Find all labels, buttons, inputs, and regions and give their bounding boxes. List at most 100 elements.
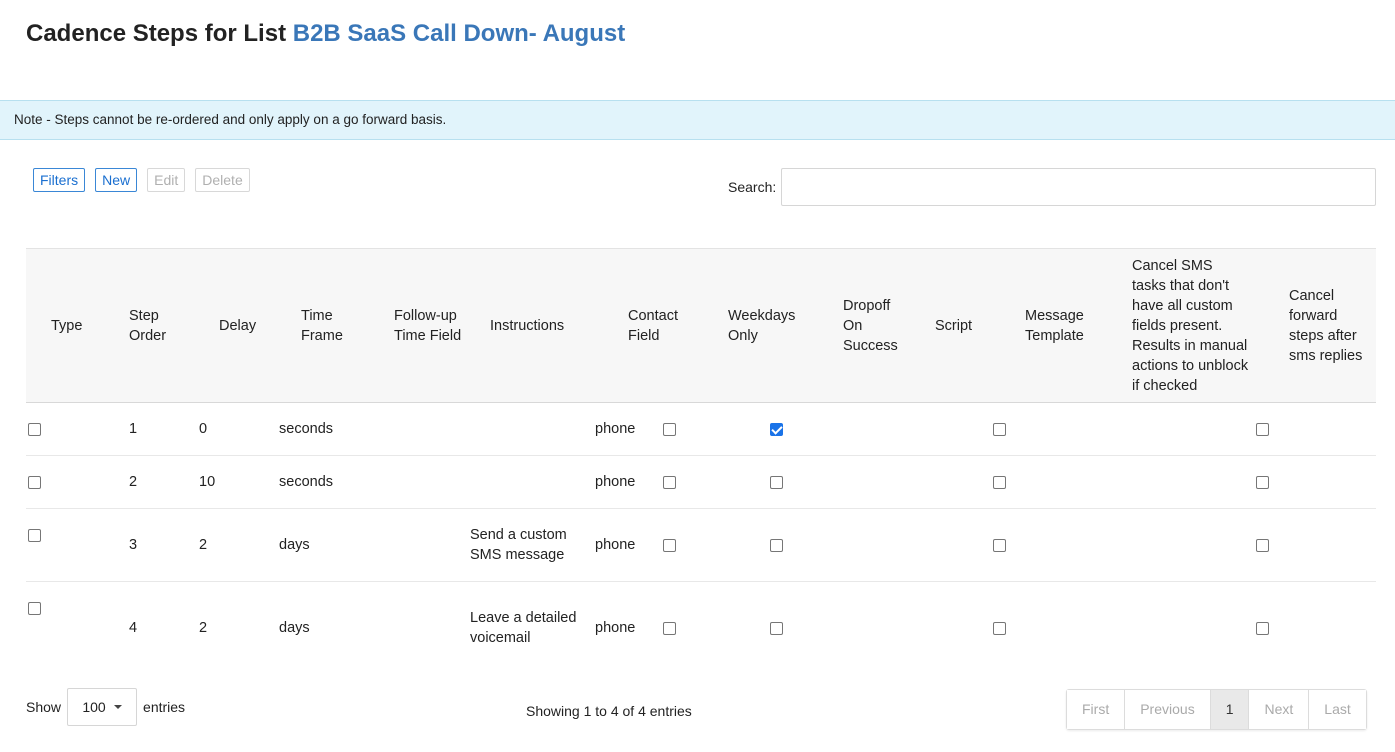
col-header-weekdays-only[interactable]: Weekdays Only bbox=[695, 248, 810, 403]
col-header-step-order[interactable]: Step Order bbox=[117, 248, 199, 403]
list-name-link[interactable]: B2B SaaS Call Down- August bbox=[293, 20, 625, 47]
col-header-followup-time-field[interactable]: Follow-up Time Field bbox=[374, 248, 470, 403]
table-row[interactable]: 2 10 seconds phone bbox=[26, 455, 1376, 509]
edit-button[interactable]: Edit bbox=[147, 168, 186, 192]
col-header-message-template[interactable]: Message Template bbox=[992, 248, 1099, 403]
followup-time-field-cell bbox=[374, 402, 470, 456]
table-header-row: Type Step Order Delay Time Frame Follow-… bbox=[26, 248, 1376, 403]
type-cell bbox=[26, 402, 117, 456]
col-header-time-frame[interactable]: Time Frame bbox=[279, 248, 374, 403]
cancel-forward-steps-checkbox[interactable] bbox=[1256, 538, 1269, 552]
col-header-cancel-sms-tasks[interactable]: Cancel SMS tasks that don't have all cus… bbox=[1099, 248, 1256, 403]
followup-time-field-cell bbox=[374, 455, 470, 509]
entries-label: entries bbox=[143, 699, 186, 715]
dropoff-on-success-checkbox[interactable] bbox=[770, 475, 783, 489]
col-header-script[interactable]: Script bbox=[902, 248, 992, 403]
dropoff-on-success-cell bbox=[770, 582, 902, 675]
col-header-cancel-forward-steps[interactable]: Cancel forward steps after sms replies bbox=[1256, 248, 1376, 403]
delay-cell: 0 bbox=[199, 402, 279, 456]
table-row[interactable]: 3 2 days Send a custom SMS message phone bbox=[26, 508, 1376, 582]
row-select-checkbox[interactable] bbox=[28, 422, 41, 436]
pagination-last[interactable]: Last bbox=[1309, 690, 1366, 729]
page-length-control: Show 100 entries bbox=[26, 688, 185, 726]
row-select-checkbox[interactable] bbox=[28, 475, 41, 489]
instructions-cell bbox=[470, 402, 595, 456]
pagination: First Previous 1 Next Last bbox=[1066, 689, 1367, 730]
cancel-forward-steps-cell bbox=[1256, 508, 1376, 582]
table-row[interactable]: 4 2 days Leave a detailed voicemail phone bbox=[26, 582, 1376, 675]
cancel-sms-tasks-checkbox[interactable] bbox=[993, 422, 1006, 436]
cancel-forward-steps-cell bbox=[1256, 455, 1376, 509]
cancel-sms-tasks-checkbox[interactable] bbox=[993, 475, 1006, 489]
weekdays-only-checkbox[interactable] bbox=[663, 422, 676, 436]
weekdays-only-checkbox[interactable] bbox=[663, 621, 676, 635]
weekdays-only-cell bbox=[663, 455, 810, 509]
col-header-type[interactable]: Type bbox=[26, 248, 117, 403]
time-frame-cell: days bbox=[279, 508, 374, 582]
delay-cell: 10 bbox=[199, 455, 279, 509]
pagination-first[interactable]: First bbox=[1067, 690, 1126, 729]
delay-cell: 2 bbox=[199, 508, 279, 582]
col-header-instructions[interactable]: Instructions bbox=[470, 248, 595, 403]
message-template-cell bbox=[992, 455, 1099, 509]
filters-button[interactable]: Filters bbox=[33, 168, 86, 192]
contact-field-cell: phone bbox=[595, 508, 695, 582]
message-template-cell bbox=[992, 402, 1099, 456]
delay-cell: 2 bbox=[199, 620, 208, 637]
message-template-cell bbox=[992, 508, 1099, 582]
instructions-cell: Send a custom SMS message bbox=[470, 508, 595, 582]
cadence-steps-table-wrapper: Type Step Order Delay Time Frame Follow-… bbox=[26, 248, 1376, 675]
row-select-checkbox[interactable] bbox=[28, 601, 41, 615]
cancel-forward-steps-checkbox[interactable] bbox=[1256, 475, 1269, 489]
script-cell bbox=[902, 582, 992, 675]
contact-field-cell: phone bbox=[595, 455, 695, 509]
contact-field-cell: phone bbox=[595, 620, 636, 637]
col-header-contact-field[interactable]: Contact Field bbox=[595, 248, 695, 403]
step-order-cell: 1 bbox=[117, 402, 199, 456]
new-button[interactable]: New bbox=[95, 168, 138, 192]
weekdays-only-checkbox[interactable] bbox=[663, 475, 676, 489]
cancel-sms-tasks-cell bbox=[993, 508, 1256, 582]
row-select-checkbox[interactable] bbox=[28, 528, 41, 542]
weekdays-only-cell bbox=[663, 402, 810, 456]
weekdays-only-cell bbox=[663, 582, 810, 675]
cancel-forward-steps-checkbox[interactable] bbox=[1256, 621, 1269, 635]
cadence-steps-table: Type Step Order Delay Time Frame Follow-… bbox=[26, 248, 1376, 675]
page-length-select[interactable]: 100 bbox=[67, 688, 138, 726]
time-frame-cell: seconds bbox=[279, 455, 374, 509]
cancel-sms-tasks-cell bbox=[993, 402, 1256, 456]
search-input[interactable] bbox=[781, 168, 1376, 206]
dropoff-on-success-checkbox[interactable] bbox=[770, 621, 783, 635]
toolbar: Filters New Edit Delete bbox=[33, 168, 250, 192]
followup-time-field-cell bbox=[374, 582, 470, 675]
contact-field-cell: phone bbox=[595, 402, 695, 456]
pagination-previous[interactable]: Previous bbox=[1125, 690, 1211, 729]
cancel-forward-steps-checkbox[interactable] bbox=[1256, 422, 1269, 436]
cancel-sms-tasks-cell bbox=[993, 455, 1256, 509]
dropoff-on-success-checkbox[interactable] bbox=[770, 538, 783, 552]
script-cell bbox=[902, 402, 992, 456]
pagination-next[interactable]: Next bbox=[1249, 690, 1310, 729]
dropoff-on-success-checkbox[interactable] bbox=[770, 422, 783, 436]
col-header-dropoff-on-success[interactable]: Dropoff On Success bbox=[810, 248, 902, 403]
cancel-sms-tasks-cell bbox=[993, 582, 1256, 675]
page-title: Cadence Steps for List B2B SaaS Call Dow… bbox=[26, 20, 625, 48]
pagination-page[interactable]: 1 bbox=[1210, 690, 1250, 729]
time-frame-cell: seconds bbox=[279, 402, 374, 456]
table-row[interactable]: 1 0 seconds phone bbox=[26, 402, 1376, 456]
time-frame-cell: days bbox=[279, 620, 310, 637]
col-header-delay[interactable]: Delay bbox=[199, 248, 279, 403]
table-body: 1 0 seconds phone 2 10 seconds phone 3 2 days Send … bbox=[26, 402, 1376, 675]
step-order-cell: 4 bbox=[129, 620, 138, 637]
weekdays-only-cell bbox=[663, 508, 810, 582]
cancel-sms-tasks-checkbox[interactable] bbox=[993, 621, 1006, 635]
delete-button[interactable]: Delete bbox=[195, 168, 250, 192]
cancel-sms-tasks-checkbox[interactable] bbox=[993, 538, 1006, 552]
dropoff-on-success-cell bbox=[770, 402, 902, 456]
type-cell bbox=[26, 582, 117, 675]
cancel-forward-steps-cell bbox=[1256, 582, 1376, 675]
weekdays-only-checkbox[interactable] bbox=[663, 538, 676, 552]
followup-time-field-cell bbox=[374, 508, 470, 582]
type-cell bbox=[26, 508, 117, 582]
instructions-cell: Leave a detailed voicemail bbox=[470, 610, 577, 647]
